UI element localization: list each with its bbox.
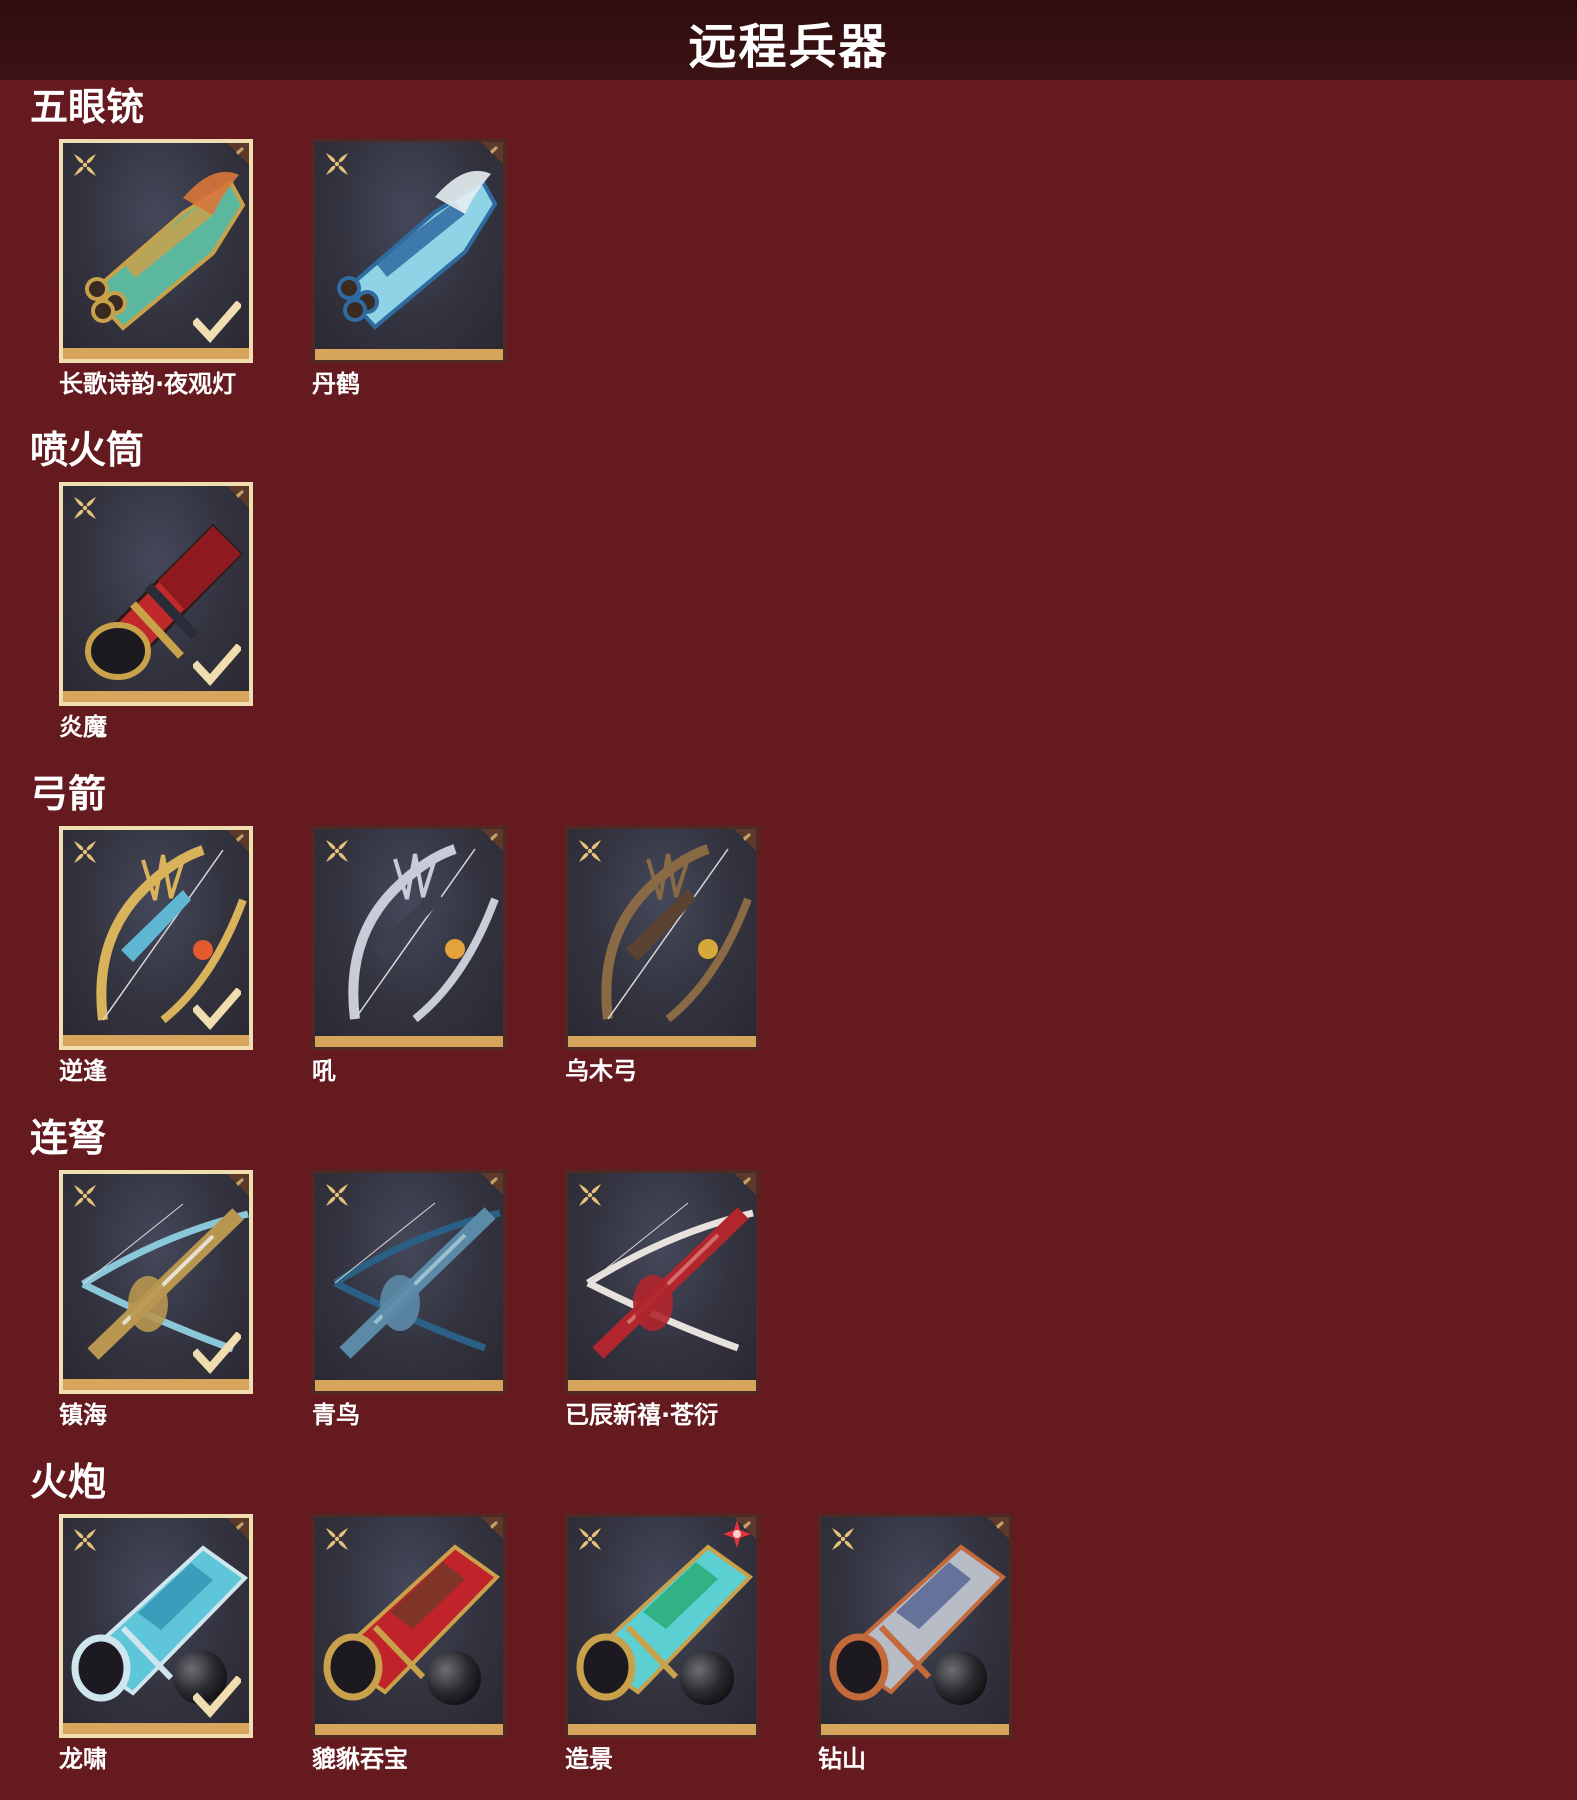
- weapon-card-frame[interactable]: [59, 1170, 253, 1394]
- rarity-star-icon: [324, 151, 350, 177]
- weapon-section: 喷火筒 炎魔: [0, 427, 1577, 767]
- weapon-card-frame[interactable]: [312, 139, 506, 363]
- weapon-name: 镇海: [59, 1401, 107, 1429]
- corner-tag-icon: [987, 1517, 1009, 1539]
- page-title: 远程兵器: [688, 19, 889, 75]
- weapon-name: 貔貅吞宝: [312, 1745, 408, 1773]
- weapon-card-frame[interactable]: [565, 826, 759, 1050]
- weapon-card[interactable]: 丹鹤: [312, 139, 506, 399]
- card-bottom-strip: [315, 1036, 503, 1047]
- card-bottom-strip: [821, 1724, 1009, 1735]
- weapon-card-frame[interactable]: [312, 1170, 506, 1394]
- weapon-card-frame[interactable]: [565, 1170, 759, 1394]
- rarity-star-icon: [830, 1526, 856, 1552]
- card-bottom-strip: [63, 691, 249, 702]
- weapon-card[interactable]: 已辰新禧·苍衍: [565, 1170, 759, 1430]
- corner-tag-icon: [227, 1174, 249, 1196]
- rarity-star-icon: [577, 838, 603, 864]
- weapon-card-frame[interactable]: [59, 139, 253, 363]
- cannonball-icon: [425, 1649, 483, 1707]
- weapon-card[interactable]: 乌木弓: [565, 826, 759, 1086]
- weapon-name: 钻山: [818, 1745, 866, 1773]
- corner-tag-icon: [227, 1518, 249, 1540]
- weapon-section: 弓箭 逆逢 吼 乌木弓: [0, 771, 1577, 1111]
- section-title: 连弩: [30, 1116, 107, 1160]
- weapon-card-frame[interactable]: [59, 826, 253, 1050]
- rarity-star-icon: [72, 152, 98, 178]
- weapon-name: 逆逢: [59, 1057, 107, 1085]
- checkmark-icon: [191, 1331, 243, 1374]
- weapon-name: 乌木弓: [565, 1057, 637, 1085]
- weapon-card-frame[interactable]: [565, 1514, 759, 1738]
- cannonball-icon: [678, 1649, 736, 1707]
- weapon-card-frame[interactable]: [312, 826, 506, 1050]
- weapon-card[interactable]: 龙啸: [59, 1514, 253, 1774]
- checkmark-icon: [191, 300, 243, 343]
- weapon-card[interactable]: 逆逢: [59, 826, 253, 1086]
- corner-tag-icon: [481, 1517, 503, 1539]
- cannonball-icon: [931, 1649, 989, 1707]
- section-title: 弓箭: [30, 772, 107, 816]
- weapon-card[interactable]: 貔貅吞宝: [312, 1514, 506, 1774]
- weapon-name: 龙啸: [59, 1745, 107, 1773]
- weapon-name: 丹鹤: [312, 370, 360, 398]
- weapon-card[interactable]: 镇海: [59, 1170, 253, 1430]
- rarity-star-icon: [72, 495, 98, 521]
- corner-tag-icon: [227, 830, 249, 852]
- rarity-star-icon: [324, 1182, 350, 1208]
- card-bottom-strip: [568, 1380, 756, 1391]
- card-bottom-strip: [568, 1724, 756, 1735]
- weapon-card[interactable]: 钻山: [818, 1514, 1012, 1774]
- corner-tag-icon: [481, 829, 503, 851]
- rarity-star-icon: [324, 838, 350, 864]
- weapon-card-frame[interactable]: [59, 482, 253, 706]
- weapon-card[interactable]: 炎魔: [59, 482, 253, 742]
- rarity-star-icon: [577, 1182, 603, 1208]
- weapon-section: 连弩 镇海 青鸟 已辰新禧·苍衍: [0, 1115, 1577, 1455]
- section-title: 喷火筒: [30, 428, 145, 472]
- corner-tag-icon: [734, 1173, 756, 1195]
- red-flower-badge-icon: [722, 1519, 752, 1549]
- checkmark-icon: [191, 1675, 243, 1718]
- weapon-card[interactable]: 造景: [565, 1514, 759, 1774]
- card-bottom-strip: [63, 348, 249, 359]
- weapon-name: 炎魔: [59, 713, 107, 741]
- card-bottom-strip: [315, 1724, 503, 1735]
- checkmark-icon: [191, 643, 243, 686]
- weapon-name: 长歌诗韵·夜观灯: [59, 370, 237, 398]
- card-bottom-strip: [63, 1723, 249, 1734]
- corner-tag-icon: [227, 143, 249, 165]
- weapon-card-frame[interactable]: [312, 1514, 506, 1738]
- section-title: 五眼铳: [30, 85, 145, 129]
- title-bar: 远程兵器: [0, 0, 1577, 80]
- card-bottom-strip: [63, 1379, 249, 1390]
- rarity-star-icon: [324, 1526, 350, 1552]
- section-title: 火炮: [30, 1460, 107, 1504]
- corner-tag-icon: [227, 486, 249, 508]
- card-bottom-strip: [315, 1380, 503, 1391]
- corner-tag-icon: [481, 1173, 503, 1195]
- weapon-name: 青鸟: [312, 1401, 360, 1429]
- rarity-star-icon: [72, 1527, 98, 1553]
- weapon-card-frame[interactable]: [59, 1514, 253, 1738]
- card-bottom-strip: [315, 349, 503, 360]
- rarity-star-icon: [72, 1183, 98, 1209]
- corner-tag-icon: [734, 829, 756, 851]
- weapon-card-frame[interactable]: [818, 1514, 1012, 1738]
- weapon-name: 已辰新禧·苍衍: [565, 1401, 719, 1429]
- weapon-name: 吼: [312, 1057, 336, 1085]
- rarity-star-icon: [72, 839, 98, 865]
- checkmark-icon: [191, 987, 243, 1030]
- weapon-card[interactable]: 青鸟: [312, 1170, 506, 1430]
- card-bottom-strip: [63, 1035, 249, 1046]
- rarity-star-icon: [577, 1526, 603, 1552]
- weapon-section: 五眼铳 长歌诗韵·夜观灯 丹鹤: [0, 84, 1577, 424]
- weapon-name: 造景: [565, 1745, 613, 1773]
- weapon-card[interactable]: 长歌诗韵·夜观灯: [59, 139, 253, 399]
- weapon-section: 火炮 龙啸 貔貅吞宝 造景 钻山: [0, 1459, 1577, 1799]
- card-bottom-strip: [568, 1036, 756, 1047]
- weapon-card[interactable]: 吼: [312, 826, 506, 1086]
- corner-tag-icon: [481, 142, 503, 164]
